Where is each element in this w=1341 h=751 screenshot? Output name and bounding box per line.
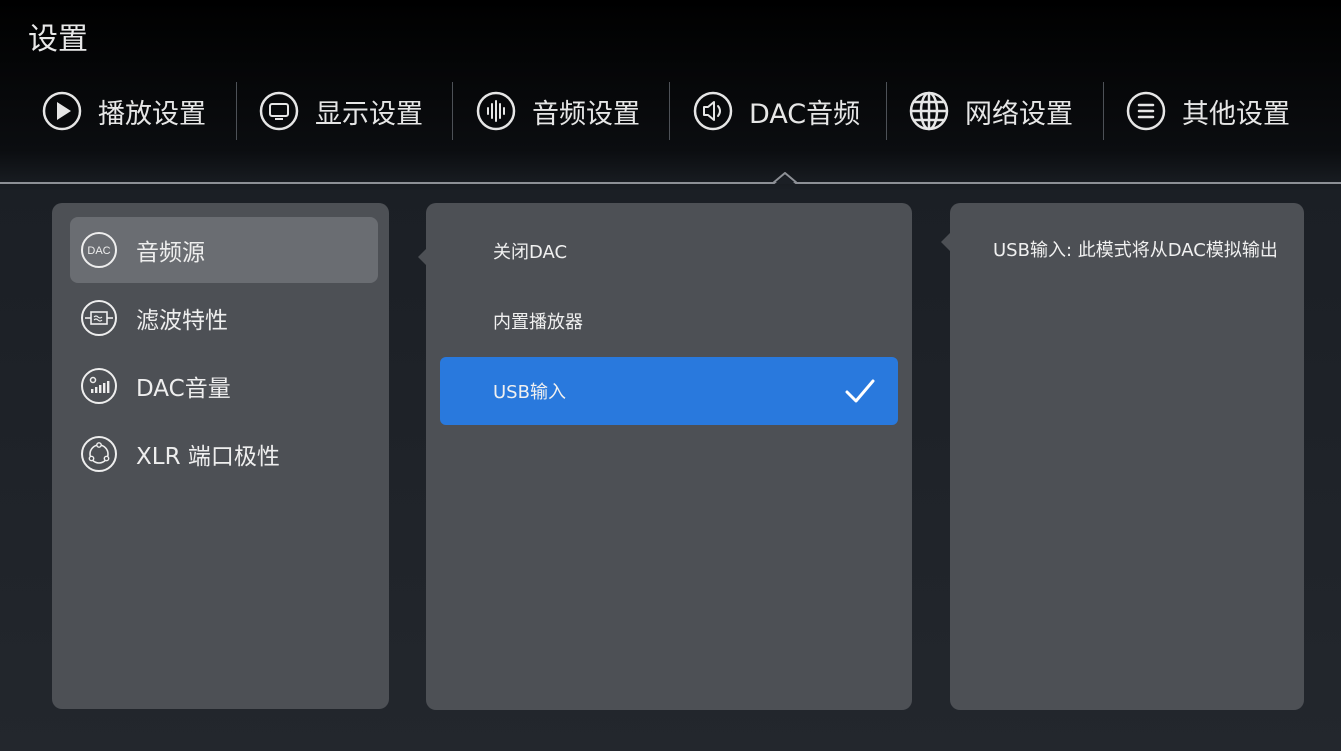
tab-label: DAC音频 bbox=[749, 98, 861, 130]
tab-label: 音频设置 bbox=[532, 98, 640, 130]
option-label: USB输入 bbox=[493, 382, 566, 403]
option-usb-input[interactable]: USB输入 bbox=[440, 357, 898, 425]
option-builtin-player[interactable]: 内置播放器 bbox=[440, 287, 898, 355]
tab-other-settings[interactable]: 其他设置 bbox=[1126, 82, 1290, 140]
check-icon bbox=[845, 379, 875, 403]
category-panel: DAC 音频源 滤波特性 DAC音量 XLR 端口极性 bbox=[52, 203, 389, 709]
menu-label: DAC音量 bbox=[136, 376, 231, 402]
menu-item-dac-volume[interactable]: DAC音量 bbox=[70, 353, 378, 419]
tab-display-settings[interactable]: 显示设置 bbox=[259, 82, 423, 140]
audio-wave-icon bbox=[476, 91, 516, 131]
monitor-icon bbox=[259, 91, 299, 131]
tab-separator bbox=[1103, 82, 1104, 140]
tab-label: 网络设置 bbox=[965, 98, 1073, 130]
xlr-port-icon bbox=[80, 435, 118, 473]
tab-network-settings[interactable]: 网络设置 bbox=[909, 82, 1073, 140]
description-text: USB输入: 此模式将从DAC模拟输出 bbox=[993, 240, 1278, 261]
option-dac-off[interactable]: 关闭DAC bbox=[440, 217, 898, 285]
description-panel: USB输入: 此模式将从DAC模拟输出 bbox=[950, 203, 1304, 710]
tab-audio-settings[interactable]: 音频设置 bbox=[476, 82, 640, 140]
tab-label: 播放设置 bbox=[98, 98, 206, 130]
filter-icon bbox=[80, 299, 118, 337]
tab-divider bbox=[0, 182, 1341, 184]
menu-label: XLR 端口极性 bbox=[136, 444, 280, 470]
option-label: 内置播放器 bbox=[493, 312, 583, 333]
speaker-icon bbox=[693, 91, 733, 131]
tab-label: 其他设置 bbox=[1182, 98, 1290, 130]
tab-separator bbox=[886, 82, 887, 140]
menu-item-audio-source[interactable]: DAC 音频源 bbox=[70, 217, 378, 283]
tab-bar: 播放设置 显示设置 音频设置 DAC音频 网络设置 其他设置 bbox=[0, 82, 1341, 140]
tab-separator bbox=[452, 82, 453, 140]
menu-label: 音频源 bbox=[136, 240, 205, 266]
tab-separator bbox=[236, 82, 237, 140]
tab-playback-settings[interactable]: 播放设置 bbox=[42, 82, 206, 140]
panel-pointer bbox=[941, 233, 950, 251]
option-label: 关闭DAC bbox=[493, 242, 568, 263]
svg-text:DAC: DAC bbox=[87, 245, 110, 257]
options-panel: 关闭DAC 内置播放器 USB输入 bbox=[426, 203, 912, 710]
volume-bars-icon bbox=[80, 367, 118, 405]
dac-icon: DAC bbox=[80, 231, 118, 269]
active-tab-indicator bbox=[773, 172, 797, 184]
menu-lines-icon bbox=[1126, 91, 1166, 131]
menu-label: 滤波特性 bbox=[136, 308, 228, 334]
tab-separator bbox=[669, 82, 670, 140]
play-circle-icon bbox=[42, 91, 82, 131]
tab-dac-audio[interactable]: DAC音频 bbox=[693, 82, 860, 140]
tab-label: 显示设置 bbox=[315, 98, 423, 130]
menu-item-xlr-polarity[interactable]: XLR 端口极性 bbox=[70, 421, 378, 487]
menu-item-filter[interactable]: 滤波特性 bbox=[70, 285, 378, 351]
page-title: 设置 bbox=[28, 22, 88, 57]
globe-icon bbox=[909, 91, 949, 131]
